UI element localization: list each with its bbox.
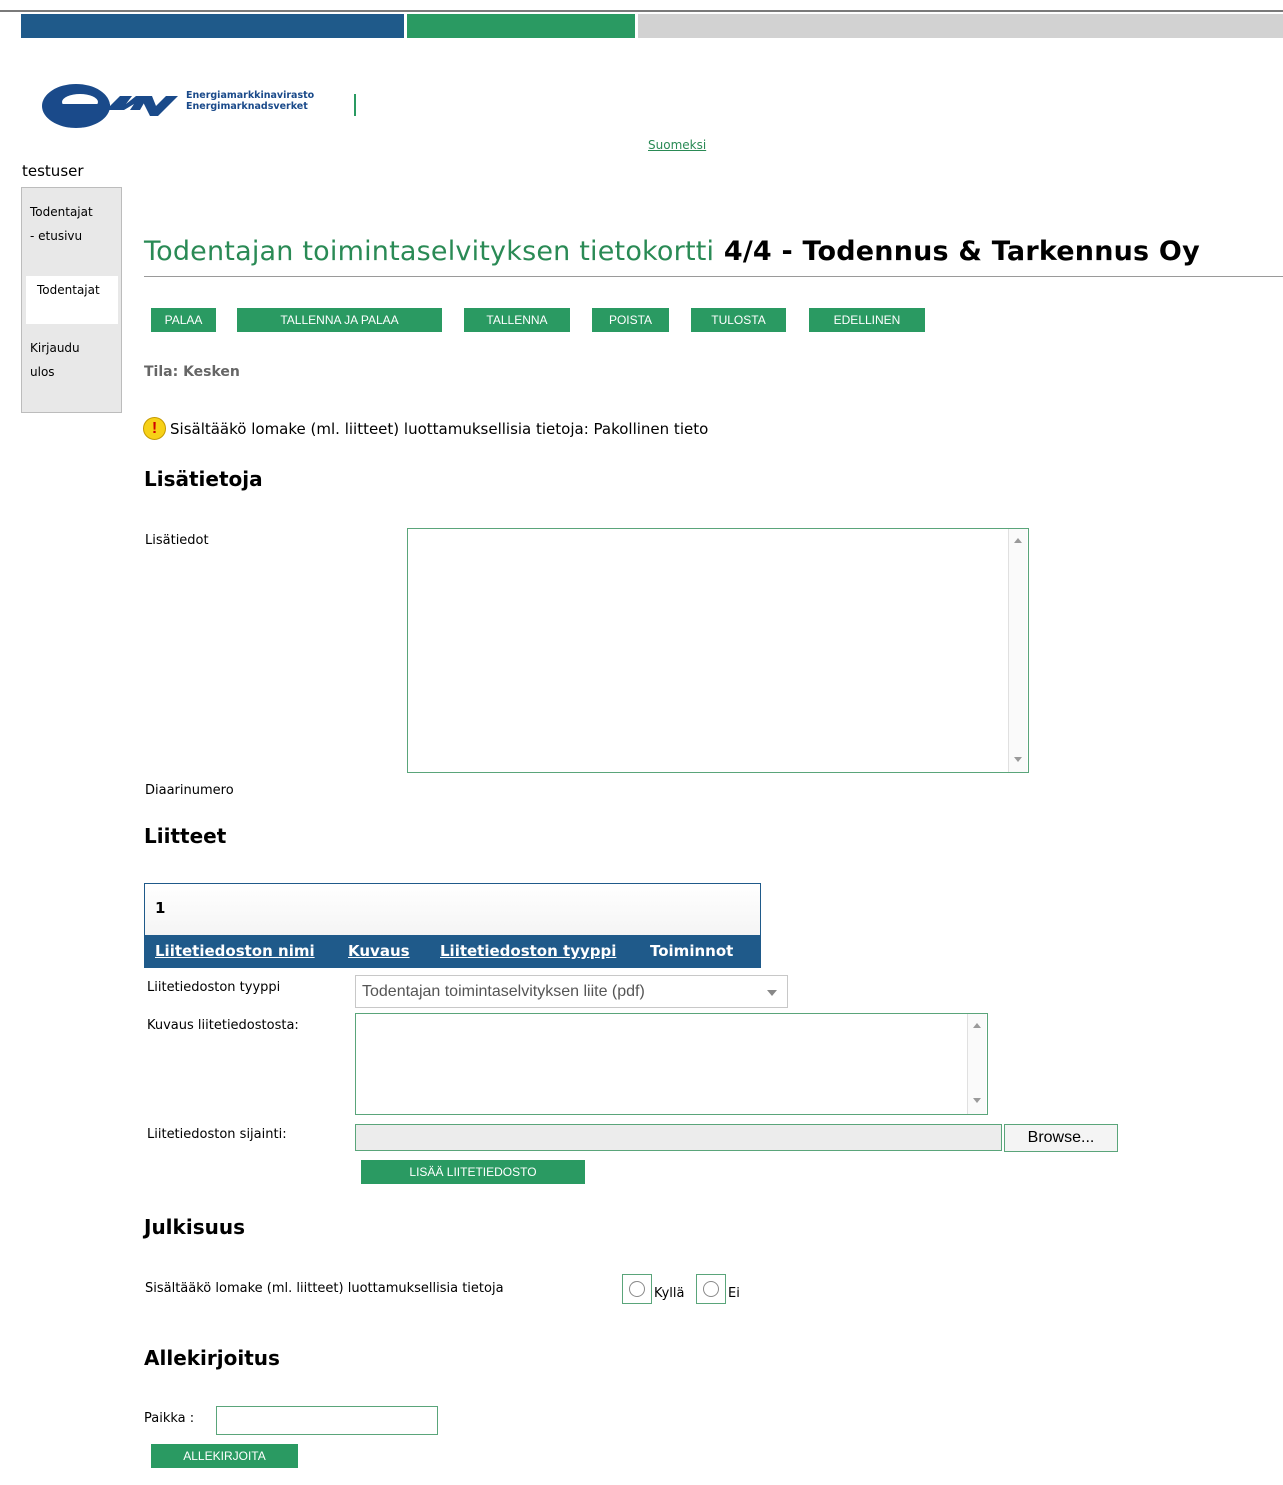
chevron-down-icon xyxy=(767,990,777,996)
scroll-up-arrow-icon[interactable] xyxy=(973,1023,981,1028)
radio-kylla[interactable] xyxy=(622,1274,652,1304)
sidebar: Todentajat - etusivu Todentajat Kirjaudu… xyxy=(21,187,122,413)
radio-circle-icon xyxy=(703,1281,719,1297)
sidebar-item-todentajat-etusivu[interactable]: Todentajat - etusivu xyxy=(30,200,93,248)
edellinen-button[interactable]: EDELLINEN xyxy=(809,308,925,332)
column-liitetiedoston-nimi[interactable]: Liitetiedoston nimi xyxy=(155,942,315,960)
sidebar-item-todentajat[interactable]: Todentajat xyxy=(26,276,118,324)
liitetiedoston-tyyppi-select[interactable]: Todentajan toimintaselvityksen liite (pd… xyxy=(355,975,788,1008)
allekirjoita-button[interactable]: ALLEKIRJOITA xyxy=(151,1444,298,1468)
section-heading-liitteet: Liitteet xyxy=(144,824,227,848)
section-heading-allekirjoitus: Allekirjoitus xyxy=(144,1346,280,1370)
scroll-up-arrow-icon[interactable] xyxy=(1014,538,1022,543)
section-heading-lisatietoja: Lisätietoja xyxy=(144,467,263,491)
liitetiedoston-tyyppi-label: Liitetiedoston tyyppi xyxy=(147,980,281,995)
title-divider xyxy=(144,276,1283,277)
diaarinumero-label: Diaarinumero xyxy=(145,783,234,798)
org-name-sv: Energimarknadsverket xyxy=(186,101,308,112)
column-kuvaus[interactable]: Kuvaus xyxy=(348,942,410,960)
exclamation-icon: ! xyxy=(143,417,166,440)
select-value: Todentajan toimintaselvityksen liite (pd… xyxy=(362,983,645,1000)
add-attachment-button[interactable]: LISÄÄ LIITETIEDOSTO xyxy=(361,1160,585,1184)
confidential-question: Sisältääkö lomake (ml. liitteet) luottam… xyxy=(145,1281,504,1296)
header-band-gray xyxy=(638,14,1283,38)
radio-kylla-label: Kyllä xyxy=(654,1286,685,1301)
radio-ei-label: Ei xyxy=(728,1286,740,1301)
page-title-sub: 4/4 - Todennus & Tarkennus Oy xyxy=(723,236,1200,267)
page-title-main: Todentajan toimintaselvityksen tietokort… xyxy=(144,236,715,267)
sidebar-item-label: - etusivu xyxy=(30,229,83,243)
status-text: Tila: Kesken xyxy=(144,364,240,380)
section-heading-julkisuus: Julkisuus xyxy=(144,1215,245,1239)
kuvaus-scrollbar[interactable] xyxy=(967,1014,986,1114)
language-link[interactable]: Suomeksi xyxy=(648,138,706,152)
logo-divider xyxy=(354,94,356,116)
scroll-down-arrow-icon[interactable] xyxy=(1014,757,1022,762)
org-name-fi: Energiamarkkinavirasto xyxy=(186,90,315,101)
sidebar-item-label: Todentajat xyxy=(37,283,100,297)
column-toiminnot: Toiminnot xyxy=(650,942,734,960)
kuvaus-textarea[interactable] xyxy=(355,1013,988,1115)
username: testuser xyxy=(22,162,84,180)
poista-button[interactable]: POISTA xyxy=(592,308,669,332)
lisatiedot-scrollbar[interactable] xyxy=(1008,529,1027,772)
attachments-table: 1 Liitetiedoston nimi Kuvaus Liitetiedos… xyxy=(144,883,761,968)
header-band-blue xyxy=(21,14,404,38)
sidebar-item-label: ulos xyxy=(30,365,55,379)
browse-button[interactable]: Browse... xyxy=(1004,1124,1118,1152)
lisatiedot-label: Lisätiedot xyxy=(145,533,209,548)
sidebar-item-label: Kirjaudu xyxy=(30,341,80,355)
sidebar-item-kirjaudu-ulos[interactable]: Kirjaudu ulos xyxy=(30,336,80,384)
validation-warning: Sisältääkö lomake (ml. liitteet) luottam… xyxy=(170,420,709,438)
lisatiedot-textarea[interactable] xyxy=(407,528,1029,773)
palaa-button[interactable]: PALAA xyxy=(151,308,216,332)
sidebar-item-label: Todentajat xyxy=(30,205,93,219)
radio-circle-icon xyxy=(629,1281,645,1297)
sijainti-label: Liitetiedoston sijainti: xyxy=(147,1127,287,1142)
attachments-table-header: Liitetiedoston nimi Kuvaus Liitetiedosto… xyxy=(145,935,760,967)
tallenna-button[interactable]: TALLENNA xyxy=(464,308,570,332)
paikka-label: Paikka : xyxy=(144,1411,195,1426)
file-path-input[interactable] xyxy=(355,1124,1002,1151)
header-band-green xyxy=(407,14,635,38)
paikka-input[interactable] xyxy=(216,1406,438,1435)
organization-name: Energiamarkkinavirasto Energimarknadsver… xyxy=(186,90,314,112)
scroll-down-arrow-icon[interactable] xyxy=(973,1098,981,1103)
attachments-page-number: 1 xyxy=(155,899,166,917)
top-divider xyxy=(0,10,1283,12)
tulosta-button[interactable]: TULOSTA xyxy=(691,308,786,332)
radio-ei[interactable] xyxy=(696,1274,726,1304)
page-title: Todentajan toimintaselvityksen tietokort… xyxy=(144,236,1200,267)
kuvaus-label: Kuvaus liitetiedostosta: xyxy=(147,1018,299,1033)
tallenna-ja-palaa-button[interactable]: TALLENNA JA PALAA xyxy=(237,308,442,332)
column-liitetiedoston-tyyppi[interactable]: Liitetiedoston tyyppi xyxy=(440,942,616,960)
